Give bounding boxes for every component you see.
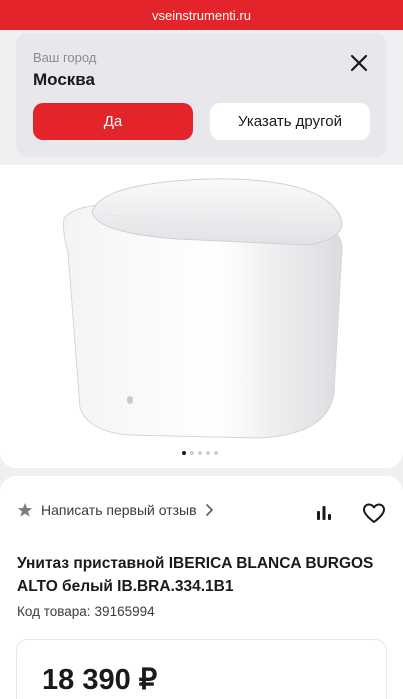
write-review-label: Написать первый отзыв: [41, 502, 197, 518]
product-sku: Код товара: 39165994: [17, 604, 155, 619]
confirm-city-button[interactable]: Да: [33, 103, 193, 140]
product-info-section: Написать первый отзыв Унитаз приставной …: [0, 476, 403, 699]
choose-other-city-button[interactable]: Указать другой: [210, 103, 370, 140]
price-card: 18 390 ₽: [16, 639, 387, 699]
city-label: Ваш город: [33, 50, 97, 65]
star-icon: [17, 503, 33, 517]
gallery-pagination: [182, 451, 218, 455]
write-review-link[interactable]: Написать первый отзыв: [17, 502, 215, 518]
product-price: 18 390 ₽: [42, 664, 158, 696]
gallery-dot[interactable]: [190, 451, 194, 455]
gallery-dot[interactable]: [214, 451, 218, 455]
sku-value: 39165994: [94, 604, 155, 619]
gallery-dot[interactable]: [206, 451, 210, 455]
gallery-dot[interactable]: [198, 451, 202, 455]
gallery-dot[interactable]: [182, 451, 186, 455]
city-selection-popup: Ваш город Москва Да Указать другой: [16, 33, 387, 157]
chevron-right-icon: [205, 504, 213, 516]
confirm-city-label: Да: [103, 113, 123, 130]
choose-other-city-label: Указать другой: [238, 113, 342, 130]
compare-icon[interactable]: [316, 505, 332, 521]
city-name: Москва: [33, 70, 95, 89]
close-icon[interactable]: [348, 52, 370, 74]
browser-address-bar[interactable]: vseinstrumenti.ru: [0, 0, 403, 30]
sku-label: Код товара:: [17, 604, 91, 619]
product-image[interactable]: [58, 173, 348, 443]
favorite-heart-icon[interactable]: [362, 502, 386, 524]
product-gallery[interactable]: [0, 165, 403, 468]
url-text: vseinstrumenti.ru: [152, 7, 251, 23]
product-title: Унитаз приставной IBERICA BLANCA BURGOS …: [17, 555, 374, 595]
